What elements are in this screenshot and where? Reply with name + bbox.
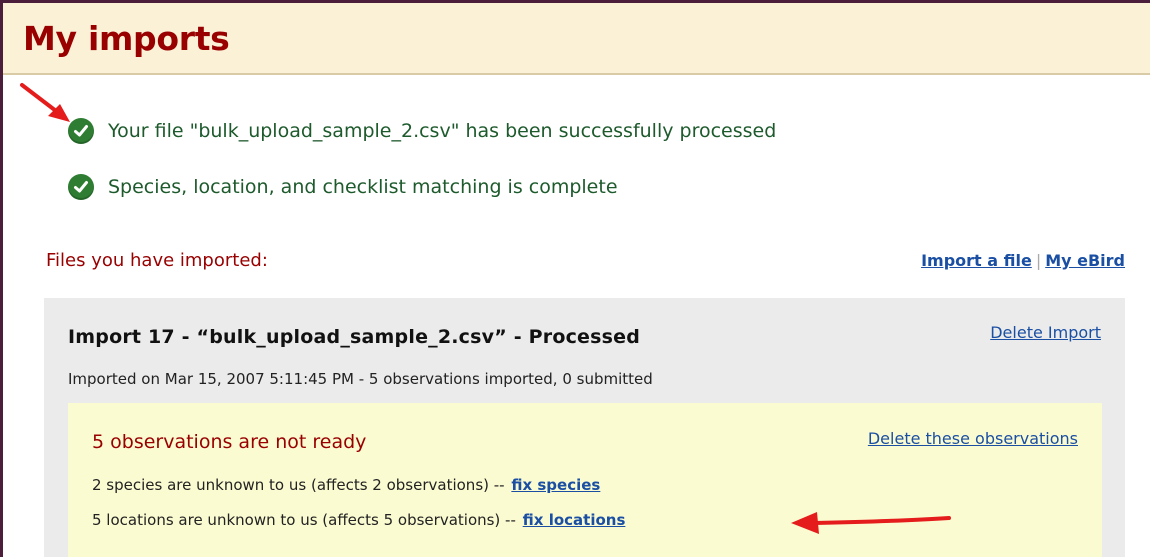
import-panel: Import 17 - “bulk_upload_sample_2.csv” -… — [44, 298, 1125, 557]
my-ebird-link[interactable]: My eBird — [1045, 251, 1125, 270]
import-title: Import 17 - “bulk_upload_sample_2.csv” -… — [68, 326, 641, 348]
status-success-processed: Your file "bulk_upload_sample_2.csv" has… — [68, 117, 776, 145]
link-separator: | — [1035, 251, 1042, 270]
files-imported-heading: Files you have imported: — [46, 250, 268, 271]
status-text: Species, location, and checklist matchin… — [108, 176, 618, 198]
import-meta: Imported on Mar 15, 2007 5:11:45 PM - 5 … — [68, 370, 653, 388]
import-file-link[interactable]: Import a file — [921, 251, 1032, 270]
annotation-arrow-icon — [791, 512, 951, 534]
status-text: Your file "bulk_upload_sample_2.csv" has… — [108, 120, 777, 142]
delete-observations-link[interactable]: Delete these observations — [868, 429, 1078, 448]
page-title: My imports — [23, 19, 230, 58]
delete-import-link[interactable]: Delete Import — [990, 323, 1101, 342]
issue-species: 2 species are unknown to us (affects 2 o… — [92, 476, 600, 494]
issue-text: 2 species are unknown to us (affects 2 o… — [92, 476, 505, 494]
fix-locations-link[interactable]: fix locations — [523, 511, 626, 529]
not-ready-heading: 5 observations are not ready — [92, 431, 367, 453]
check-circle-icon — [68, 118, 94, 144]
issue-locations: 5 locations are unknown to us (affects 5… — [92, 511, 625, 529]
page-header: My imports — [3, 3, 1150, 75]
status-success-matching: Species, location, and checklist matchin… — [68, 173, 618, 201]
top-links: Import a file | My eBird — [921, 251, 1125, 270]
fix-species-link[interactable]: fix species — [511, 476, 600, 494]
check-circle-icon — [68, 174, 94, 200]
issue-text: 5 locations are unknown to us (affects 5… — [92, 511, 516, 529]
